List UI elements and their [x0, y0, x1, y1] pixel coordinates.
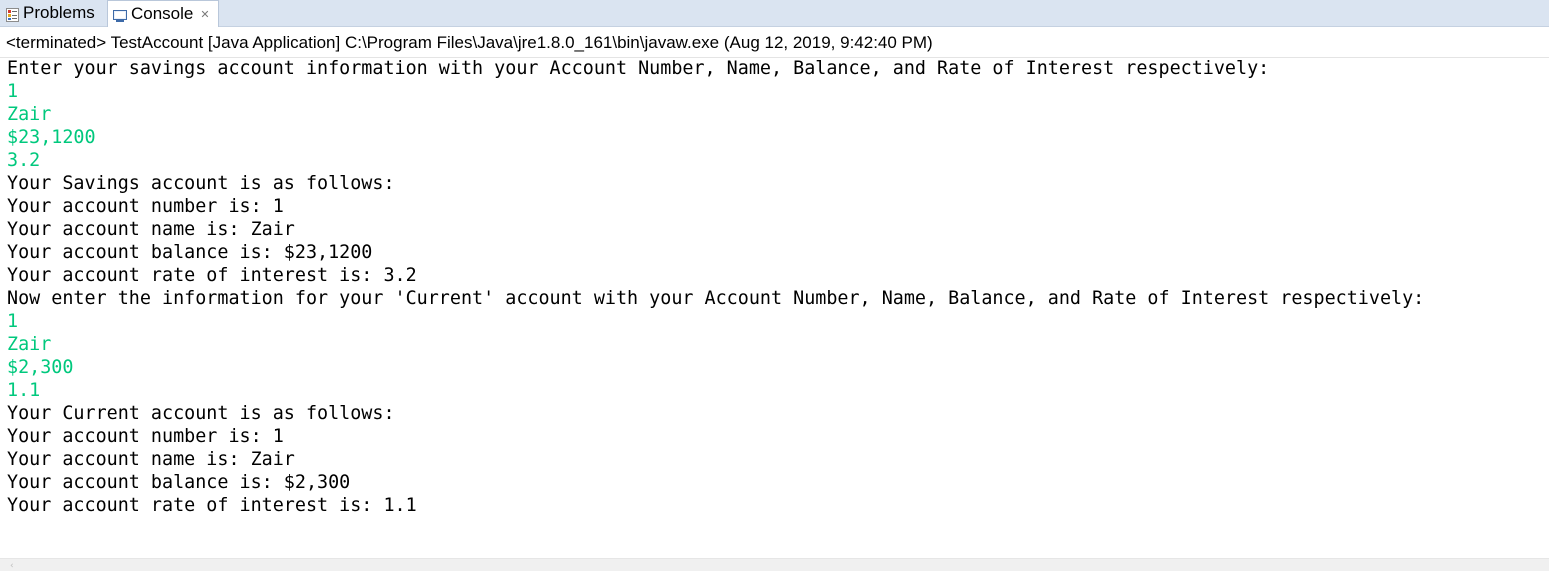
tab-problems-label: Problems: [23, 3, 95, 22]
console-input-line: Zair: [7, 334, 52, 355]
console-icon: [113, 8, 127, 22]
horizontal-scrollbar[interactable]: ‹: [0, 558, 1549, 571]
console-output-line: Your account balance is: $23,1200: [7, 242, 373, 263]
console-output-line: Enter your savings account information w…: [7, 58, 1270, 79]
problems-icon: [6, 7, 19, 22]
console-output-line: Your account name is: Zair: [7, 449, 295, 470]
console-input-line: 3.2: [7, 150, 41, 171]
tab-console[interactable]: Console ✕: [107, 0, 219, 27]
console-output-line: Your account balance is: $2,300: [7, 472, 351, 493]
view-tab-bar: Problems Console ✕: [0, 0, 1549, 27]
console-output-line: Your account rate of interest is: 3.2: [7, 265, 417, 286]
console-input-line: 1: [7, 81, 19, 102]
console-input-line: Zair: [7, 104, 52, 125]
console-output-line: Your account rate of interest is: 1.1: [7, 495, 417, 516]
console-status-line: <terminated> TestAccount [Java Applicati…: [6, 33, 933, 52]
console-output-line: Now enter the information for your 'Curr…: [7, 288, 1425, 309]
console-input-line: $2,300: [7, 357, 74, 378]
console-input-line: $23,1200: [7, 127, 96, 148]
tab-problems[interactable]: Problems: [0, 0, 104, 26]
tab-console-label: Console: [131, 4, 194, 23]
console-output-line: Your Current account is as follows:: [7, 403, 395, 424]
console-output-line: Your account name is: Zair: [7, 219, 295, 240]
console-input-line: 1.1: [7, 380, 41, 401]
console-input-line: 1: [7, 311, 19, 332]
console-output[interactable]: Enter your savings account information w…: [7, 57, 1537, 517]
close-icon[interactable]: ✕: [200, 8, 209, 21]
console-output-line: Your account number is: 1: [7, 426, 284, 447]
console-output-line: Your account number is: 1: [7, 196, 284, 217]
console-output-line: Your Savings account is as follows:: [7, 173, 395, 194]
